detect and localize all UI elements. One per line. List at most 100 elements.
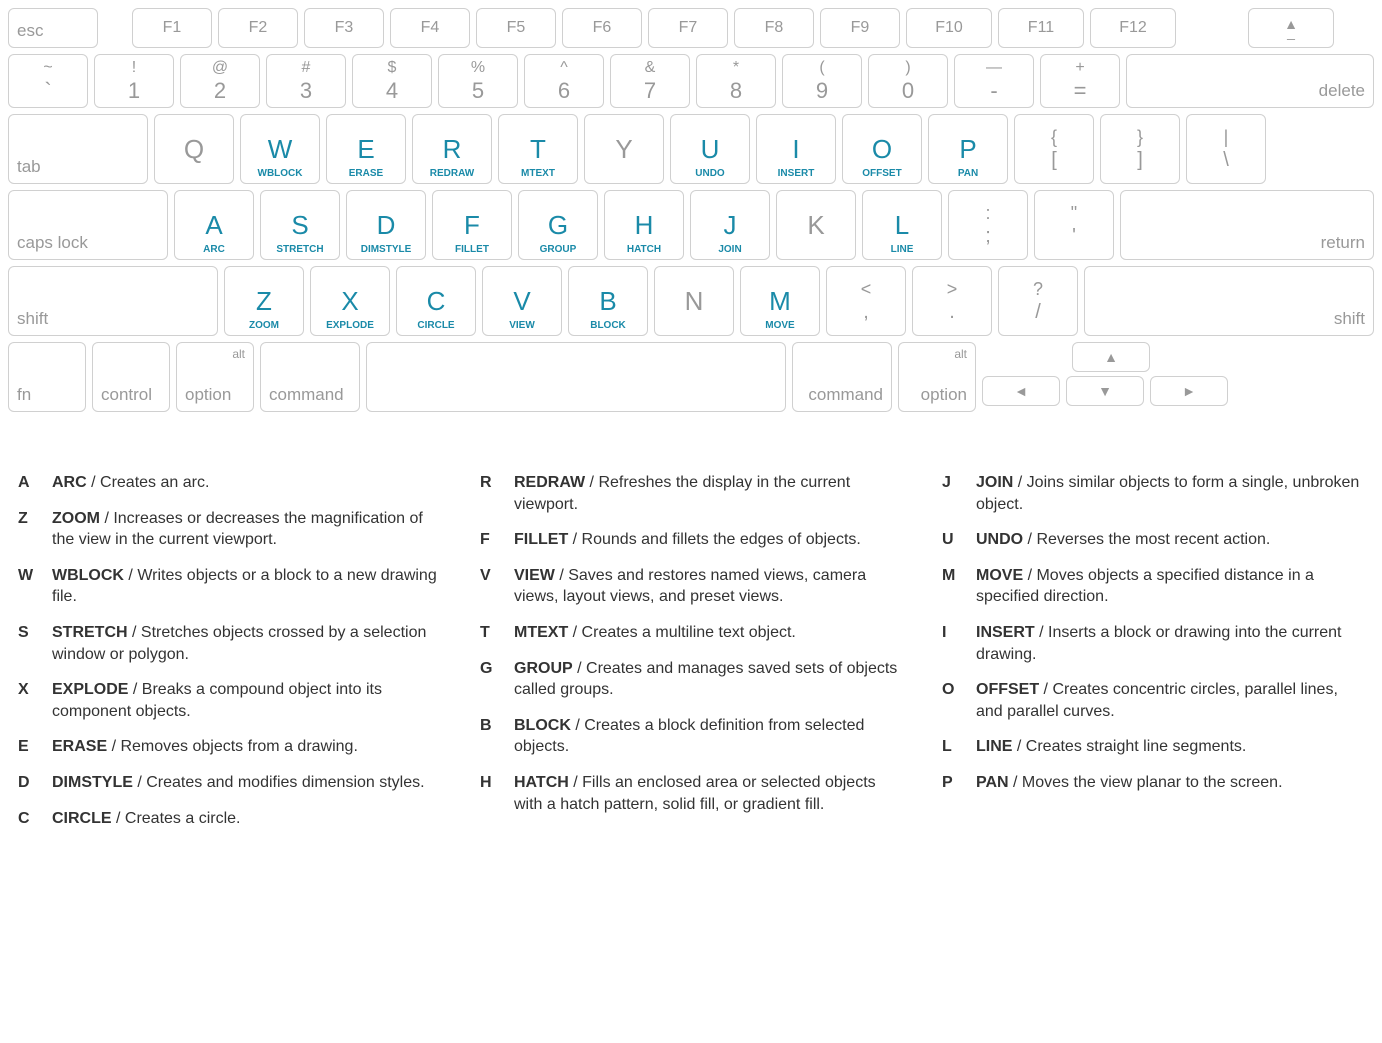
key-8: *8 <box>696 54 776 108</box>
legend-column: RREDRAW / Refreshes the display in the c… <box>480 472 902 843</box>
legend-description: / Joins similar objects to form a single… <box>976 474 1359 513</box>
key-command: BLOCK <box>590 320 626 331</box>
legend-command: INSERT <box>976 624 1035 641</box>
legend-command: GROUP <box>514 660 573 677</box>
key-letter: E <box>357 134 374 165</box>
key-letter: X <box>341 286 358 317</box>
key-command: ERASE <box>349 168 383 179</box>
key-letter: D <box>377 210 396 241</box>
key-f6: F6 <box>562 8 642 48</box>
key-t: TMTEXT <box>498 114 578 184</box>
key-f2: F2 <box>218 8 298 48</box>
legend-body: PAN / Moves the view planar to the scree… <box>976 772 1283 794</box>
key-v: VVIEW <box>482 266 562 336</box>
legend-key: R <box>480 472 500 515</box>
legend-command: ZOOM <box>52 510 100 527</box>
key-f11: F11 <box>998 8 1084 48</box>
key-h: HHATCH <box>604 190 684 260</box>
delete-key: delete <box>1126 54 1374 108</box>
fn-row: escF1F2F3F4F5F6F7F8F9F10F11F12▲_ <box>8 8 1374 48</box>
legend-command: ERASE <box>52 738 107 755</box>
legend-key: D <box>18 772 38 794</box>
legend-entry: HHATCH / Fills an enclosed area or selec… <box>480 772 902 815</box>
command-right-key: command <box>792 342 892 412</box>
legend-key: M <box>942 565 962 608</box>
legend-command: MOVE <box>976 567 1023 584</box>
key-letter: C <box>427 286 446 317</box>
arrow-up-key: ▲ <box>1072 342 1150 372</box>
key-command: FILLET <box>455 244 489 255</box>
asdf-row: caps lockAARCSSTRETCHDDIMSTYLEFFILLETGGR… <box>8 190 1374 260</box>
key-f9: F9 <box>820 8 900 48</box>
key-command: REDRAW <box>430 168 474 179</box>
keyboard: escF1F2F3F4F5F6F7F8F9F10F11F12▲_ ~`!1@2#… <box>8 8 1374 412</box>
key--: —- <box>954 54 1034 108</box>
legend-entry: XEXPLODE / Breaks a compound object into… <box>18 679 440 722</box>
legend-description: / Creates and modifies dimension styles. <box>133 774 425 791</box>
legend-entry: ZZOOM / Increases or decreases the magni… <box>18 508 440 551</box>
legend-description: / Creates a multiline text object. <box>568 624 796 641</box>
key-u: UUNDO <box>670 114 750 184</box>
legend-body: BLOCK / Creates a block definition from … <box>514 715 902 758</box>
legend-entry: B BLOCK / Creates a block definition from… <box>480 715 902 758</box>
legend-key: J <box>942 472 962 515</box>
key-3: #3 <box>266 54 346 108</box>
legend-entry: MMOVE / Moves objects a specified distan… <box>942 565 1364 608</box>
legend-key: G <box>480 658 500 701</box>
key-command: INSERT <box>778 168 815 179</box>
legend-body: ARC / Creates an arc. <box>52 472 209 494</box>
key-letter: S <box>291 210 308 241</box>
key-q: Q <box>154 114 234 184</box>
key-7: &7 <box>610 54 690 108</box>
key-j: JJOIN <box>690 190 770 260</box>
key-w: WWBLOCK <box>240 114 320 184</box>
key-command: JOIN <box>718 244 741 255</box>
key-o: OOFFSET <box>842 114 922 184</box>
key-f7: F7 <box>648 8 728 48</box>
legend-body: ERASE / Removes objects from a drawing. <box>52 736 358 758</box>
legend-description: / Creates an arc. <box>87 474 210 491</box>
key-punct: <, <box>826 266 906 336</box>
legend-body: OFFSET / Creates concentric circles, par… <box>976 679 1364 722</box>
eject-key: ▲_ <box>1248 8 1334 48</box>
legend-body: VIEW / Saves and restores named views, c… <box>514 565 902 608</box>
key-command: CIRCLE <box>417 320 454 331</box>
arrow-left-key: ◄ <box>982 376 1060 406</box>
key-g: GGROUP <box>518 190 598 260</box>
key-s: SSTRETCH <box>260 190 340 260</box>
legend-command: OFFSET <box>976 681 1039 698</box>
legend-key: E <box>18 736 38 758</box>
legend-entry: GGROUP / Creates and manages saved sets … <box>480 658 902 701</box>
delete-label: delete <box>1319 81 1365 101</box>
legend-key: W <box>18 565 38 608</box>
key-d: DDIMSTYLE <box>346 190 426 260</box>
key-command: MOVE <box>765 320 794 331</box>
key-6: ^6 <box>524 54 604 108</box>
return-label: return <box>1321 233 1365 253</box>
legend-body: STRETCH / Stretches objects crossed by a… <box>52 622 440 665</box>
key-f5: F5 <box>476 8 556 48</box>
key-bracket: }] <box>1100 114 1180 184</box>
legend-key: T <box>480 622 500 644</box>
key-esc: esc <box>8 8 98 48</box>
command-left-key: command <box>260 342 360 412</box>
arrow-down-key: ▼ <box>1066 376 1144 406</box>
legend-description: / Saves and restores named views, camera… <box>514 567 866 606</box>
legend-entry: VVIEW / Saves and restores named views, … <box>480 565 902 608</box>
legend-description: / Fills an enclosed area or selected obj… <box>514 774 876 813</box>
arrow-keys: ▲◄▼► <box>982 342 1228 412</box>
legend-description: / Increases or decreases the magnificati… <box>52 510 423 549</box>
key-l: LLINE <box>862 190 942 260</box>
legend-key: B <box>480 715 500 758</box>
legend-body: INSERT / Inserts a block or drawing into… <box>976 622 1364 665</box>
legend-entry: E ERASE / Removes objects from a drawing. <box>18 736 440 758</box>
legend-command: PAN <box>976 774 1009 791</box>
legend-body: UNDO / Reverses the most recent action. <box>976 529 1270 551</box>
key-punct: :; <box>948 190 1028 260</box>
key-=: += <box>1040 54 1120 108</box>
key-x: XEXPLODE <box>310 266 390 336</box>
legend-entry: RREDRAW / Refreshes the display in the c… <box>480 472 902 515</box>
legend-command: MTEXT <box>514 624 568 641</box>
key-letter: V <box>513 286 530 317</box>
legend-body: EXPLODE / Breaks a compound object into … <box>52 679 440 722</box>
